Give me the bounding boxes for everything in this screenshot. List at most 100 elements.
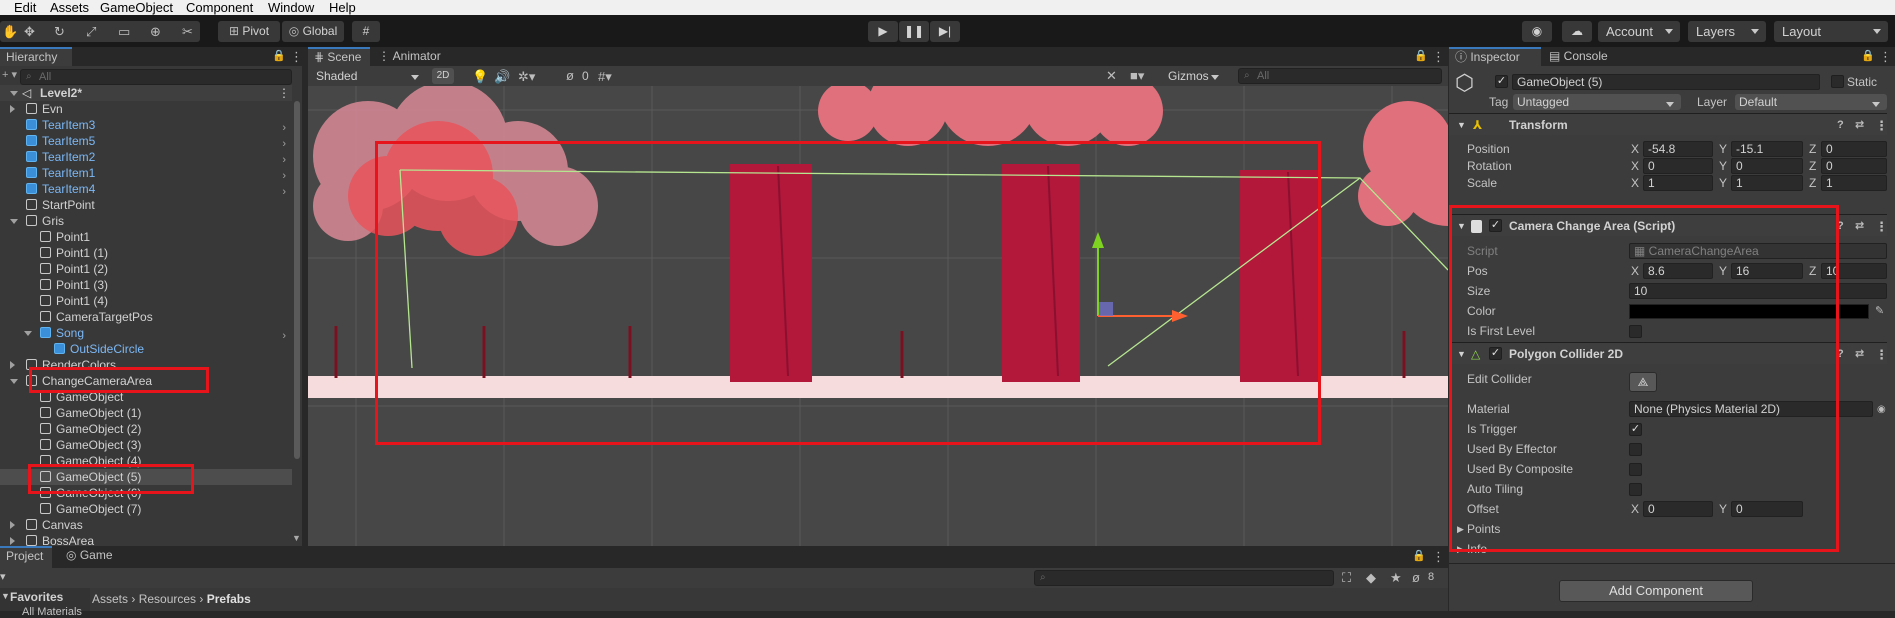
favorites-label[interactable]: Favorites — [10, 590, 63, 604]
hand-tool-icon[interactable]: ✋ — [2, 25, 18, 38]
rotate-tool-icon[interactable]: ↻ — [54, 25, 65, 38]
add-component-button[interactable]: Add Component — [1559, 580, 1753, 602]
play-button[interactable]: ▶ — [868, 21, 898, 42]
grid-snap-button[interactable]: # — [352, 21, 380, 42]
pause-button[interactable]: ❚❚ — [899, 21, 929, 42]
layers-dropdown[interactable]: Layers — [1688, 21, 1766, 42]
object-picker-icon[interactable]: ◉ — [1877, 403, 1886, 416]
hierarchy-row[interactable]: Point1 — [0, 229, 292, 245]
global-button[interactable]: ◎ Global — [282, 21, 344, 42]
collab-button[interactable]: ◉ — [1522, 21, 1552, 42]
project-create-icon[interactable]: ▾ — [0, 570, 6, 583]
hierarchy-row[interactable]: Point1 (3) — [0, 277, 292, 293]
hierarchy-row[interactable]: Evn — [0, 101, 292, 117]
gameobject-name-field[interactable]: GameObject (5) — [1512, 74, 1820, 90]
rotation-z-field[interactable]: 0 — [1821, 158, 1887, 174]
tag-dropdown[interactable]: Untagged — [1513, 94, 1681, 110]
favorites-expand-icon[interactable]: ▼ — [1, 591, 10, 601]
hierarchy-row[interactable]: TearItem5 › — [0, 133, 292, 150]
hierarchy-row[interactable]: GameObject (2) — [0, 421, 292, 437]
hierarchy-row[interactable]: Canvas — [0, 517, 292, 533]
toggle-2d-button[interactable]: 2D — [432, 68, 454, 84]
custom-tool-icon[interactable]: ✂ — [182, 25, 193, 38]
scene-root-row[interactable]: ◁ Level2* ⋮ — [0, 85, 292, 101]
favorite-star-icon[interactable]: ★ — [1390, 571, 1402, 584]
grid-settings-icon[interactable]: #▾ — [598, 70, 612, 83]
scene-menu-icon[interactable]: ⋮ — [278, 85, 290, 101]
component-menu-icon[interactable]: ⋮ — [1875, 119, 1888, 132]
scroll-down-icon[interactable]: ▼ — [292, 533, 301, 543]
presets-icon[interactable]: ⇄ — [1855, 348, 1864, 361]
hierarchy-row[interactable]: TearItem3 › — [0, 117, 292, 134]
expand-right-icon[interactable] — [10, 105, 15, 113]
breadcrumb-assets[interactable]: Assets — [92, 592, 128, 606]
project-menu-icon[interactable]: ⋮ — [1432, 550, 1445, 563]
breadcrumb-resources[interactable]: Resources — [139, 592, 196, 606]
position-z-field[interactable]: 0 — [1821, 141, 1887, 157]
rotation-y-field[interactable]: 0 — [1731, 158, 1803, 174]
shading-dropdown[interactable]: Shaded — [308, 67, 426, 85]
tab-project[interactable]: Project — [0, 546, 52, 568]
effects-icon[interactable]: ✲▾ — [518, 70, 535, 83]
expand-right-icon[interactable] — [10, 521, 15, 529]
filter-label-icon[interactable]: ◆ — [1366, 571, 1376, 584]
cloud-button[interactable]: ☁ — [1562, 21, 1592, 42]
menu-component[interactable]: Component — [186, 0, 253, 15]
tools-icon[interactable]: ✕ — [1106, 69, 1117, 82]
expand-down-icon[interactable] — [10, 219, 18, 224]
project-lock-icon[interactable]: 🔒 — [1412, 550, 1426, 563]
gizmos-dropdown[interactable]: Gizmos — [1160, 67, 1226, 85]
hierarchy-row[interactable]: CameraTargetPos — [0, 309, 292, 325]
favorites-item[interactable]: All Materials — [22, 606, 82, 618]
tab-animator[interactable]: ⋮ Animator — [372, 47, 452, 66]
expand-down-icon[interactable] — [24, 331, 32, 336]
project-search-input[interactable]: ⌕ — [1034, 570, 1334, 586]
audio-icon[interactable]: 🔊 — [494, 70, 510, 83]
menu-assets[interactable]: Assets — [50, 0, 89, 15]
hierarchy-row[interactable]: Point1 (1) — [0, 245, 292, 261]
tab-scene[interactable]: ⋕ Scene — [308, 47, 370, 66]
hierarchy-row[interactable]: TearItem1 › — [0, 165, 292, 182]
layout-dropdown[interactable]: Layout — [1774, 21, 1888, 42]
lighting-icon[interactable]: 💡 — [472, 70, 488, 83]
position-x-field[interactable]: -54.8 — [1643, 141, 1713, 157]
filter-type-icon[interactable]: ⛶ — [1342, 571, 1351, 584]
lock-icon[interactable]: 🔒 — [272, 50, 286, 63]
scale-tool-icon[interactable]: ⤢ — [86, 25, 96, 38]
expand-right-icon[interactable] — [10, 361, 15, 369]
tab-console[interactable]: ▤ Console — [1543, 47, 1623, 66]
scene-search-input[interactable]: ⌕ All — [1238, 68, 1442, 84]
hierarchy-row[interactable]: TearItem4 › — [0, 181, 292, 198]
breadcrumb-prefabs[interactable]: Prefabs — [207, 592, 251, 606]
position-y-field[interactable]: -15.1 — [1731, 141, 1803, 157]
hierarchy-row[interactable]: GameObject (7) — [0, 501, 292, 517]
hierarchy-row[interactable]: Point1 (4) — [0, 293, 292, 309]
transform-header[interactable]: ▼ ⅄ Transform ? ⇄ ⋮ — [1449, 113, 1888, 135]
hierarchy-search-input[interactable]: ⌕ All — [20, 69, 292, 85]
move-tool-icon[interactable]: ✥ — [24, 25, 35, 38]
pivot-button[interactable]: ⊞ Pivot — [218, 21, 280, 42]
hierarchy-scrollbar[interactable] — [294, 101, 300, 459]
scale-y-field[interactable]: 1 — [1731, 175, 1803, 191]
inspector-menu-icon[interactable]: ⋮ — [1879, 50, 1892, 63]
static-checkbox[interactable] — [1831, 75, 1844, 88]
hierarchy-row[interactable]: Point1 (2) — [0, 261, 292, 277]
rect-tool-icon[interactable]: ▭ — [118, 25, 130, 38]
tab-inspector[interactable]: ⓘ Inspector — [1449, 47, 1541, 66]
tab-game[interactable]: ◎ Game — [60, 546, 130, 568]
hierarchy-row[interactable]: OutSideCircle — [0, 341, 292, 357]
expand-down-icon[interactable] — [10, 379, 18, 384]
layer-dropdown[interactable]: Default — [1735, 94, 1887, 110]
hierarchy-row[interactable]: GameObject (1) — [0, 405, 292, 421]
component-menu-icon[interactable]: ⋮ — [1875, 220, 1888, 233]
scale-z-field[interactable]: 1 — [1821, 175, 1887, 191]
visibility-icon[interactable]: ø — [566, 69, 574, 82]
scene-menu-icon[interactable]: ⋮ — [1432, 50, 1445, 63]
account-dropdown[interactable]: Account — [1598, 21, 1680, 42]
expand-right-icon[interactable] — [10, 537, 15, 545]
presets-icon[interactable]: ⇄ — [1855, 220, 1864, 233]
menu-gameobject[interactable]: GameObject — [100, 0, 173, 15]
inspector-lock-icon[interactable]: 🔒 — [1861, 50, 1875, 63]
expand-down-icon[interactable] — [10, 91, 18, 96]
hierarchy-row[interactable]: Gris — [0, 213, 292, 229]
